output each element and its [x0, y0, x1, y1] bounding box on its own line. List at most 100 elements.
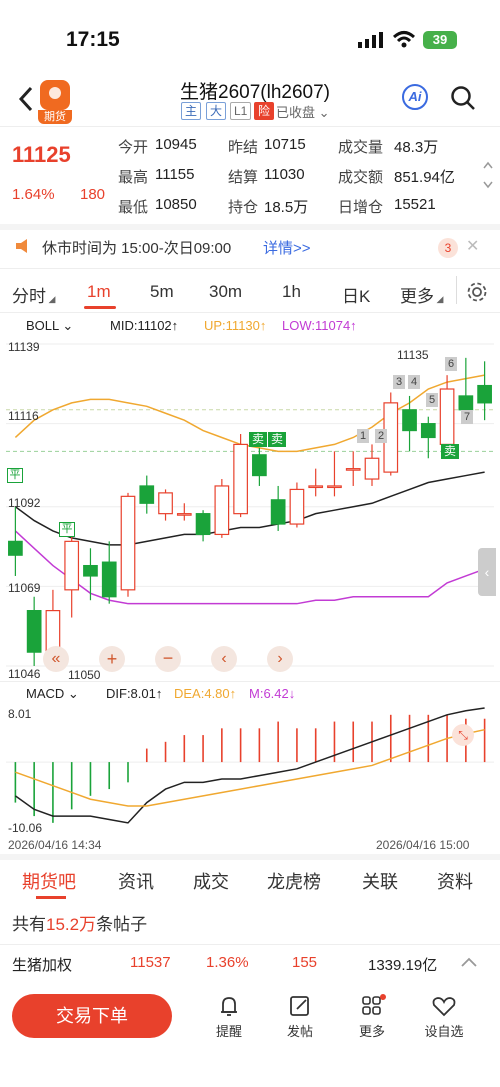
tab-forum[interactable]: 期货吧: [22, 868, 76, 894]
high-price-mark: 11135: [397, 348, 429, 362]
tab-daily[interactable]: 日K: [342, 282, 370, 307]
more-grid-icon[interactable]: [357, 994, 387, 1018]
tab-news[interactable]: 资讯: [118, 868, 154, 894]
candle-body: [252, 454, 267, 477]
candle-body: [439, 388, 455, 446]
time-axis-start: 2026/04/16 14:34: [8, 838, 102, 852]
status-bar: 17:15 39: [0, 0, 500, 80]
price-axis-label: 11139: [8, 340, 40, 354]
battery-indicator: 39: [423, 31, 457, 49]
quote-label: 持仓: [228, 199, 259, 216]
tag-big: 大: [206, 102, 227, 120]
divider: [456, 276, 457, 304]
macd-bars: [6, 714, 494, 823]
candle-body: [139, 485, 155, 504]
tab-trades[interactable]: 成交: [193, 868, 229, 894]
candle-body: [64, 540, 80, 591]
tab-5m[interactable]: 5m: [150, 282, 174, 302]
chevron-down-icon: ⌄: [318, 105, 330, 120]
macd-chart[interactable]: [0, 704, 500, 834]
boll-up-label: UP:11130↑: [204, 318, 267, 333]
back-icon[interactable]: [14, 84, 38, 114]
gear-icon[interactable]: [466, 281, 488, 303]
quote-value: 851.94亿: [394, 169, 455, 186]
quote-label: 最高: [118, 169, 149, 186]
posts-count-text: 共有15.2万条帖子: [12, 915, 148, 934]
post-icon[interactable]: [285, 994, 315, 1018]
tab-underline: [84, 306, 116, 309]
quote-label: 昨结: [228, 139, 259, 156]
remind-label[interactable]: 提醒: [209, 1021, 249, 1040]
chart-grid: [6, 343, 494, 667]
app-logo: [40, 80, 70, 110]
chevron-down-icon: ⌄: [62, 318, 74, 333]
order-number: 3: [393, 375, 405, 389]
quote-value: 10945: [155, 136, 197, 153]
tab-1h[interactable]: 1h: [282, 282, 301, 302]
divider: [0, 126, 500, 127]
tab-leaderboard[interactable]: 龙虎榜: [267, 868, 321, 894]
tag-main: 主: [181, 102, 202, 120]
price-axis-label: 11116: [8, 409, 39, 423]
candle-body: [420, 423, 436, 439]
candle-body: [477, 384, 492, 404]
candle-body: [364, 457, 380, 480]
zoom-out-button[interactable]: −: [155, 646, 181, 672]
boll-selector[interactable]: BOLL ⌄: [26, 318, 73, 334]
notice-detail-link[interactable]: 详情>>: [263, 237, 311, 258]
candlestick-chart[interactable]: [0, 336, 500, 678]
post-label[interactable]: 发帖: [280, 1021, 320, 1040]
macd-m-label: M:6.42↓: [249, 686, 296, 701]
tab-more[interactable]: 更多 ◢: [400, 282, 443, 307]
scroll-left-button[interactable]: ‹: [211, 646, 237, 672]
quote-label: 今开: [118, 139, 149, 156]
zoom-out-far-button[interactable]: «: [43, 646, 69, 672]
search-icon[interactable]: [450, 84, 476, 112]
order-number: 2: [375, 429, 387, 443]
candle-body: [308, 485, 324, 489]
candle-body: [195, 513, 211, 536]
zoom-in-button[interactable]: +: [99, 646, 125, 672]
side-panel-toggle[interactable]: ‹: [478, 548, 496, 596]
bell-icon[interactable]: [214, 994, 244, 1018]
candle-body: [327, 485, 342, 489]
divider: [0, 224, 500, 230]
divider: [0, 268, 500, 269]
macd-dif-line: [14, 707, 485, 824]
ai-button[interactable]: Ai: [402, 84, 428, 110]
quote-value: 18.5万: [264, 199, 309, 216]
scroll-right-button[interactable]: ›: [267, 646, 293, 672]
price-axis-label: 11046: [8, 667, 41, 681]
candle-body: [402, 409, 417, 432]
ticker-pct: 1.36%: [206, 954, 249, 971]
ticker-amount: 1339.19亿: [368, 957, 438, 974]
close-icon[interactable]: ✕: [466, 236, 479, 256]
tab-profile[interactable]: 资料: [437, 868, 473, 894]
macd-selector[interactable]: MACD ⌄: [26, 686, 79, 702]
megaphone-icon: [16, 239, 27, 253]
tab-related[interactable]: 关联: [362, 868, 398, 894]
tab-intraday[interactable]: 分时 ◢: [12, 282, 55, 307]
tab-30m[interactable]: 30m: [209, 282, 242, 302]
order-number: 4: [408, 375, 420, 389]
expand-icon[interactable]: [482, 160, 494, 190]
market-status[interactable]: 已收盘 ⌄: [276, 102, 330, 121]
fullscreen-icon[interactable]: ⤡: [452, 724, 474, 746]
candle-body: [158, 492, 173, 515]
chevron-up-icon[interactable]: [460, 955, 478, 969]
quote-label: 成交额: [338, 169, 384, 186]
page-title: 生猪2607(lh2607): [180, 82, 330, 103]
ticker-change: 155: [292, 954, 318, 971]
ticker-name: 生猪加权: [12, 957, 73, 974]
candle-body: [345, 468, 361, 471]
time-axis-end: 2026/04/16 15:00: [376, 838, 470, 852]
more-label[interactable]: 更多: [352, 1021, 392, 1040]
tab-1m[interactable]: 1m: [87, 282, 111, 302]
notice-count-badge: 3: [438, 238, 458, 258]
macd-lines: [14, 707, 485, 824]
trade-order-button[interactable]: 交易下单: [12, 994, 172, 1038]
macd-dea-line: [15, 728, 485, 807]
watchlist-label[interactable]: 设自选: [424, 1021, 464, 1040]
candle-body: [458, 395, 474, 411]
heart-icon[interactable]: [429, 994, 459, 1018]
